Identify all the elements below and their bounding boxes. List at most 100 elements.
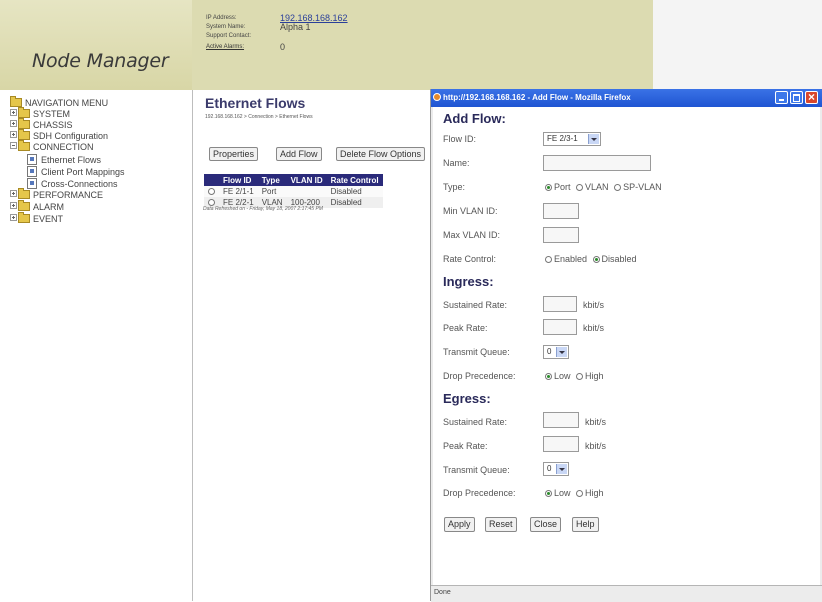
type-label: Type:	[443, 182, 466, 192]
cell-flow-id: FE 2/1-1	[219, 186, 258, 197]
type-options: Port VLAN SP-VLAN	[545, 182, 662, 192]
flows-table: Flow ID Type VLAN ID Rate Control FE 2/1…	[204, 174, 383, 208]
properties-button[interactable]: Properties	[209, 147, 259, 161]
minimize-icon[interactable]	[775, 91, 788, 104]
column-header: VLAN ID	[286, 174, 327, 186]
system-value: Alpha 1	[280, 22, 311, 32]
close-icon[interactable]	[805, 90, 818, 104]
egress-queue-select[interactable]: 0	[543, 462, 569, 476]
nav-item-label: SDH Configuration	[33, 131, 109, 141]
form-heading: Add Flow:	[443, 111, 506, 126]
ingress-drop-low-radio[interactable]	[545, 373, 552, 380]
row-select-radio[interactable]	[208, 188, 215, 195]
ingress-sustained-input[interactable]	[543, 296, 577, 312]
type-option-label: SP-VLAN	[623, 182, 662, 192]
cell-vlan-id	[286, 186, 327, 197]
folder-icon	[18, 188, 30, 199]
rate-disabled-radio[interactable]	[592, 256, 600, 263]
expand-icon[interactable]	[10, 190, 17, 197]
expand-icon[interactable]	[10, 214, 17, 221]
flow-id-select[interactable]: FE 2/3-1	[543, 132, 601, 146]
table-header-row: Flow ID Type VLAN ID Rate Control	[204, 174, 383, 186]
type-port-radio[interactable]	[545, 184, 552, 191]
nav-item-ethernet-flows[interactable]: Ethernet Flows	[27, 154, 101, 165]
reset-button[interactable]: Reset	[485, 517, 517, 532]
expand-icon[interactable]	[10, 109, 17, 116]
rate-option-label: Disabled	[601, 254, 637, 264]
expand-icon[interactable]	[10, 202, 17, 209]
nav-header: NAVIGATION MENU	[10, 96, 109, 109]
expand-icon[interactable]	[10, 131, 17, 138]
nav-item-event[interactable]: EVENT	[10, 212, 63, 225]
nav-item-label: ALARM	[33, 202, 65, 212]
egress-queue-value: 0	[547, 464, 552, 473]
egress-peak-input[interactable]	[543, 436, 579, 452]
nav-item-label: Client Port Mappings	[41, 167, 125, 177]
nav-item-connection[interactable]: CONNECTION	[10, 140, 94, 153]
name-input[interactable]	[543, 155, 651, 171]
rate-enabled-radio[interactable]	[545, 256, 552, 263]
ingress-queue-value: 0	[547, 347, 552, 356]
column-header: Rate Control	[326, 174, 383, 186]
ingress-peak-input[interactable]	[543, 319, 577, 335]
help-button[interactable]: Help	[572, 517, 599, 532]
ingress-queue-select[interactable]: 0	[543, 345, 569, 359]
folder-icon	[18, 140, 30, 151]
nav-item-client-port-mappings[interactable]: Client Port Mappings	[27, 166, 125, 177]
add-flow-form: Add Flow: Flow ID: FE 2/3-1 Name: Type: …	[433, 107, 820, 585]
main-content: Ethernet Flows 192.168.168.162 > Connect…	[193, 90, 453, 601]
ingress-drop-high-radio[interactable]	[576, 373, 584, 380]
close-button[interactable]: Close	[530, 517, 562, 532]
collapse-icon[interactable]	[10, 142, 17, 149]
egress-peak-label: Peak Rate:	[443, 441, 488, 451]
folder-icon	[18, 107, 30, 118]
egress-sustained-label: Sustained Rate:	[443, 417, 508, 427]
ingress-sustained-label: Sustained Rate:	[443, 300, 508, 310]
select-column-header	[204, 174, 219, 186]
alarms-value: 0	[280, 42, 286, 52]
nav-item-label: CHASSIS	[33, 120, 73, 130]
egress-queue-label: Transmit Queue:	[443, 465, 510, 475]
ip-label: IP Address:	[206, 15, 237, 21]
egress-drop-high-radio[interactable]	[576, 490, 584, 497]
window-titlebar[interactable]: http://192.168.168.162 - Add Flow - Mozi…	[431, 89, 822, 107]
add-flow-button[interactable]: Add Flow	[276, 147, 322, 161]
max-vlan-input[interactable]	[543, 227, 579, 243]
ingress-peak-unit: kbit/s	[583, 323, 605, 333]
ingress-sustained-unit: kbit/s	[583, 300, 605, 310]
folder-icon	[18, 118, 30, 129]
cell-rate-control: Disabled	[326, 197, 383, 208]
min-vlan-input[interactable]	[543, 203, 579, 219]
type-sp-vlan-radio[interactable]	[614, 184, 622, 191]
nav-item-sdh-configuration[interactable]: SDH Configuration	[10, 129, 109, 142]
drop-option-label: Low	[554, 371, 571, 381]
ingress-queue-label: Transmit Queue:	[443, 347, 510, 357]
max-vlan-label: Max VLAN ID:	[443, 230, 501, 240]
rate-control-label: Rate Control:	[443, 254, 497, 264]
nav-item-label: Cross-Connections	[41, 179, 118, 189]
table-row[interactable]: FE 2/1-1 Port Disabled	[204, 186, 383, 197]
nav-item-cross-connections[interactable]: Cross-Connections	[27, 178, 118, 189]
egress-heading: Egress:	[443, 391, 491, 406]
flow-id-value: FE 2/3-1	[547, 134, 578, 143]
egress-drop-options: Low High	[545, 488, 604, 498]
type-vlan-radio[interactable]	[576, 184, 584, 191]
maximize-icon[interactable]	[790, 91, 803, 104]
nav-header-label: NAVIGATION MENU	[25, 98, 109, 108]
expand-icon[interactable]	[10, 120, 17, 127]
drop-option-label: High	[585, 488, 604, 498]
egress-sustained-input[interactable]	[543, 412, 579, 428]
ingress-drop-options: Low High	[545, 371, 604, 381]
chevron-down-icon	[588, 134, 599, 144]
folder-icon	[10, 96, 22, 107]
refresh-timestamp: Data Refreshed on - Friday, May 18, 2007…	[203, 206, 323, 212]
app-logo: Node Manager	[32, 50, 169, 72]
alarms-link[interactable]: Active Alarms:	[206, 43, 276, 52]
page-icon	[27, 154, 37, 165]
egress-drop-low-radio[interactable]	[545, 490, 552, 497]
page-icon	[27, 178, 37, 189]
folder-icon	[18, 129, 30, 140]
apply-button[interactable]: Apply	[444, 517, 475, 532]
row-select-radio[interactable]	[208, 199, 215, 206]
delete-flow-button[interactable]: Delete Flow Options	[336, 147, 426, 161]
